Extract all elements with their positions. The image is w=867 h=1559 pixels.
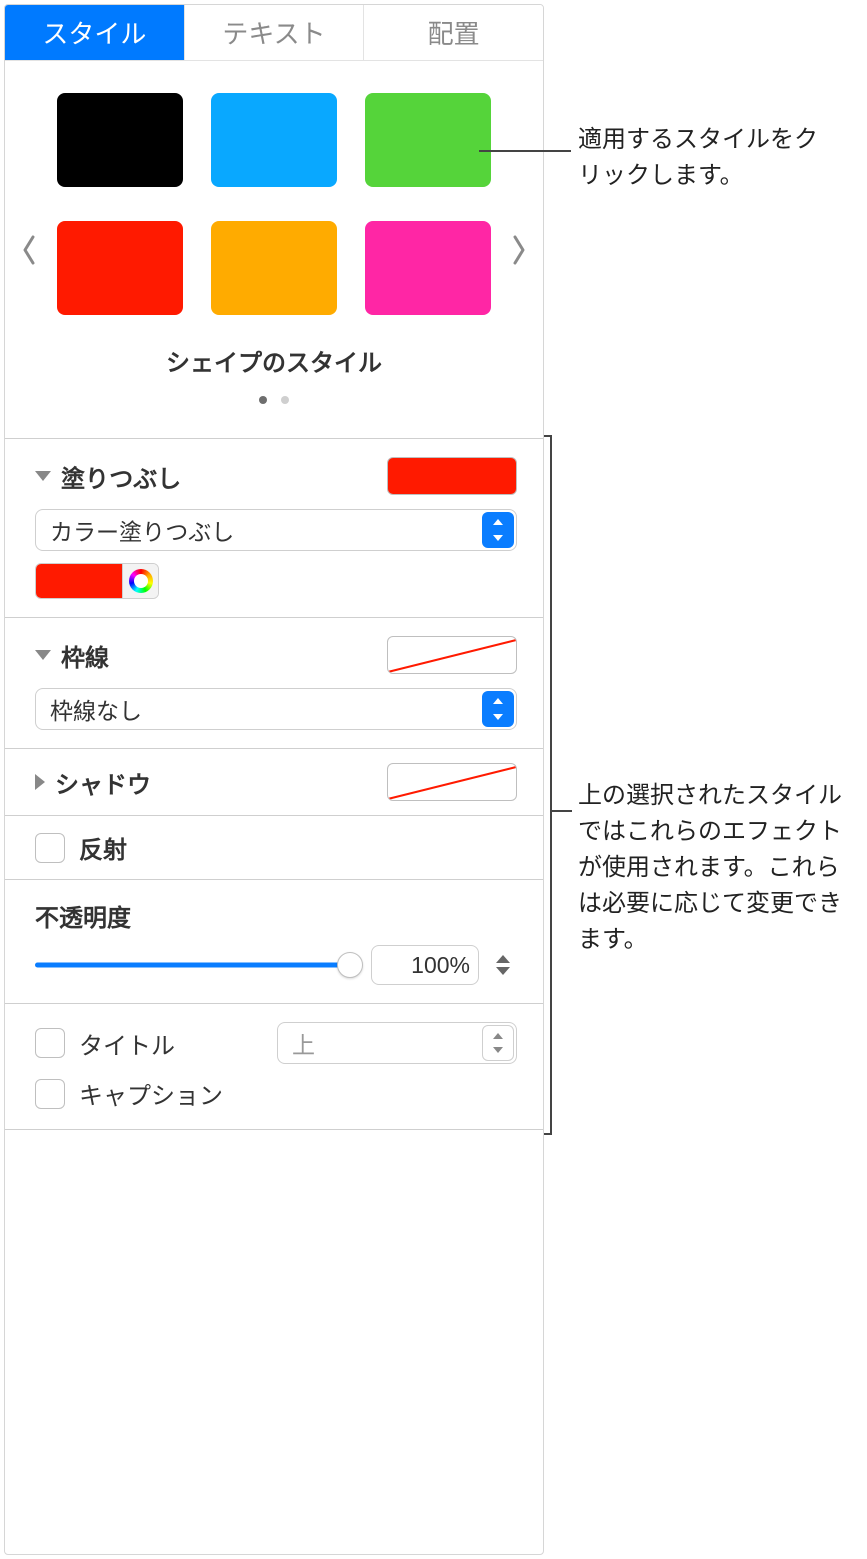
page-dot[interactable]: [259, 396, 267, 404]
opacity-step-down[interactable]: [496, 967, 510, 975]
popup-stepper-icon: [482, 512, 514, 548]
page-dot[interactable]: [281, 396, 289, 404]
color-wheel-icon: [129, 569, 153, 593]
preset-swatch[interactable]: [57, 93, 183, 187]
callout-leader: [552, 810, 572, 812]
border-type-value: 枠線なし: [50, 692, 142, 726]
shadow-disclosure[interactable]: [35, 774, 45, 790]
title-checkbox[interactable]: [35, 1028, 65, 1058]
chevron-left-icon: [22, 235, 36, 265]
chevron-right-icon: [512, 235, 526, 265]
tab-arrange[interactable]: 配置: [364, 5, 543, 60]
tab-style[interactable]: スタイル: [5, 5, 185, 60]
color-wheel-button[interactable]: [122, 564, 158, 598]
preset-swatch[interactable]: [365, 93, 491, 187]
fill-label: 塗りつぶし: [61, 459, 181, 494]
opacity-value-field[interactable]: 100%: [371, 945, 479, 985]
callout-presets: 適用するスタイルをクリックします。: [578, 122, 838, 194]
border-label: 枠線: [61, 638, 109, 673]
fill-section: 塗りつぶし カラー塗りつぶし: [5, 439, 543, 617]
border-disclosure[interactable]: [35, 650, 51, 660]
preset-swatch[interactable]: [211, 93, 337, 187]
opacity-stepper: [489, 945, 517, 985]
fill-color-swatch: [36, 564, 122, 598]
presets-page-indicator: [55, 384, 493, 410]
border-type-popup[interactable]: 枠線なし: [35, 688, 517, 730]
title-caption-section: タイトル 上 キャプション: [5, 1004, 543, 1129]
callout-effects: 上の選択されたスタイルではこれらのエフェクトが使用されます。これらは必要に応じて…: [578, 778, 858, 958]
opacity-label: 不透明度: [35, 905, 131, 932]
fill-type-popup[interactable]: カラー塗りつぶし: [35, 509, 517, 551]
reflection-section: 反射: [5, 816, 543, 879]
preset-swatch[interactable]: [365, 221, 491, 315]
popup-stepper-icon: [482, 1025, 514, 1061]
reflection-label: 反射: [79, 830, 127, 865]
caption-checkbox[interactable]: [35, 1079, 65, 1109]
fill-color-well[interactable]: [387, 457, 517, 495]
title-label: タイトル: [79, 1026, 175, 1061]
callout-bracket: [544, 1133, 552, 1135]
shadow-section: シャドウ: [5, 749, 543, 815]
opacity-step-up[interactable]: [496, 955, 510, 963]
preset-swatch[interactable]: [57, 221, 183, 315]
callout-bracket: [550, 435, 552, 1135]
opacity-slider[interactable]: [35, 951, 361, 979]
slider-thumb[interactable]: [337, 952, 363, 978]
opacity-section: 不透明度 100%: [5, 880, 543, 1003]
style-presets: シェイプのスタイル: [5, 61, 543, 438]
fill-type-value: カラー塗りつぶし: [50, 513, 234, 547]
inspector-tabs: スタイル テキスト 配置: [5, 5, 543, 61]
slider-track: [35, 963, 361, 968]
border-color-well[interactable]: [387, 636, 517, 674]
reflection-checkbox[interactable]: [35, 833, 65, 863]
fill-color-picker[interactable]: [35, 563, 159, 599]
callout-bracket: [544, 435, 552, 437]
tab-text[interactable]: テキスト: [185, 5, 365, 60]
presets-next-button[interactable]: [507, 230, 531, 270]
popup-stepper-icon: [482, 691, 514, 727]
border-section: 枠線 枠線なし: [5, 618, 543, 748]
title-position-popup[interactable]: 上: [277, 1022, 517, 1064]
presets-title: シェイプのスタイル: [55, 343, 493, 378]
fill-disclosure[interactable]: [35, 471, 51, 481]
caption-label: キャプション: [79, 1076, 223, 1111]
preset-swatch[interactable]: [211, 221, 337, 315]
format-inspector: スタイル テキスト 配置 シェイプのスタイル: [4, 4, 544, 1555]
presets-grid: [55, 93, 493, 315]
callout-leader: [479, 150, 571, 152]
title-position-value: 上: [292, 1026, 315, 1060]
presets-prev-button[interactable]: [17, 230, 41, 270]
shadow-label: シャドウ: [55, 765, 151, 800]
shadow-well[interactable]: [387, 763, 517, 801]
